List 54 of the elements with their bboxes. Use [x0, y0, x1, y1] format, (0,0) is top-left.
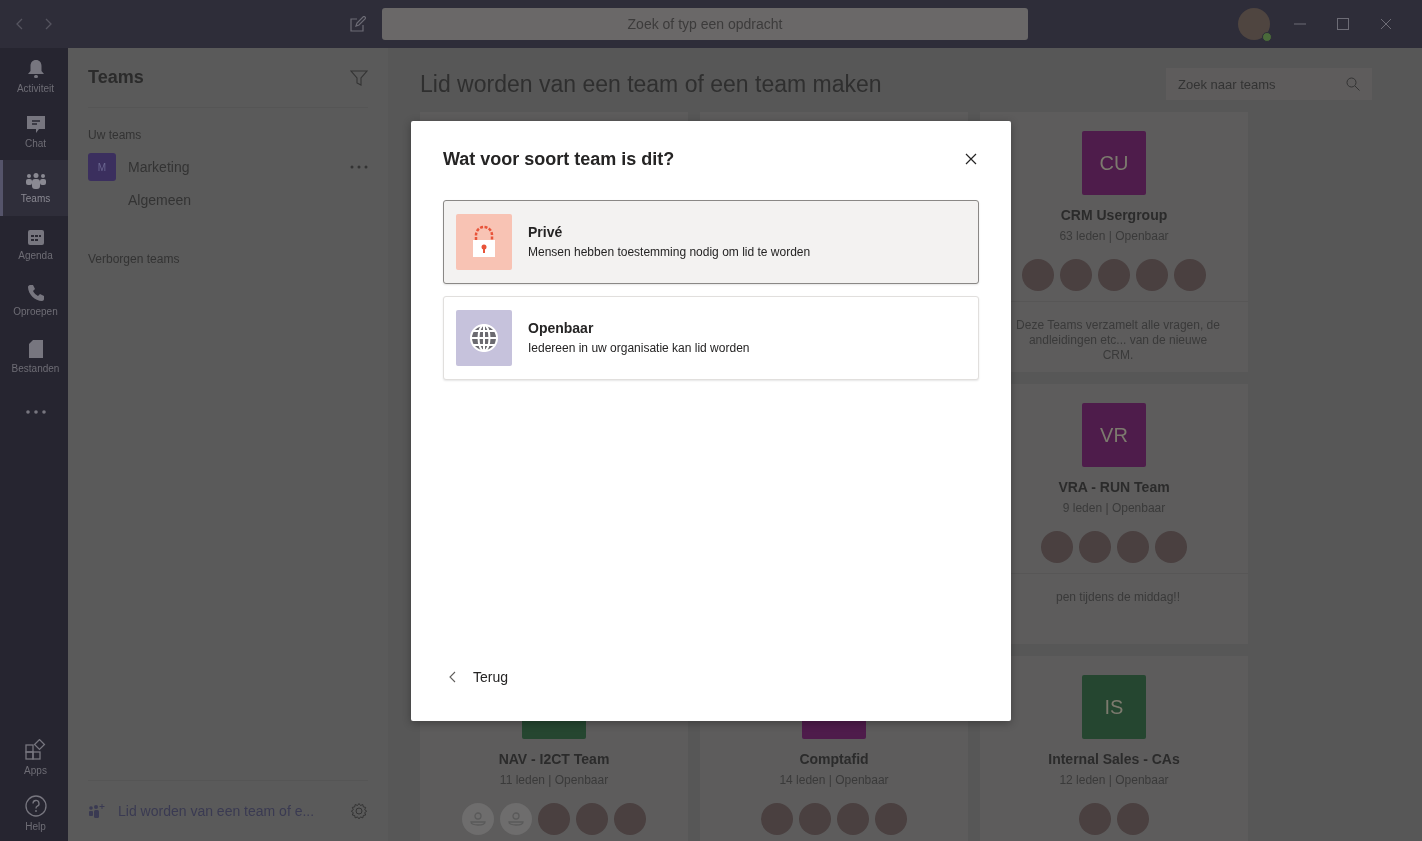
rail-item[interactable]: Bestanden: [0, 328, 68, 384]
settings-icon[interactable]: [350, 802, 368, 820]
compose-icon[interactable]: [350, 16, 366, 32]
avatar-photo: [1098, 259, 1130, 291]
avatar-photo: [837, 803, 869, 835]
more-icon: [25, 410, 46, 414]
team-type-option[interactable]: Openbaar Iedereen in uw organisatie kan lid worden: [443, 295, 979, 380]
team-type-option[interactable]: Privé Mensen hebben toestemming nodig om lid te worden: [443, 199, 979, 284]
status-badge-icon: [1262, 32, 1272, 42]
avatar-photo: [1136, 259, 1168, 291]
team-tile: CU: [1082, 131, 1146, 195]
avatar-photo: [1079, 531, 1111, 563]
search-icon[interactable]: [1346, 77, 1360, 91]
rail-item[interactable]: Oproepen: [0, 272, 68, 328]
chat-icon: [25, 115, 46, 134]
filter-icon[interactable]: [350, 68, 368, 87]
bell-icon: [26, 58, 45, 79]
avatar-photo: [799, 803, 831, 835]
avatar-photo[interactable]: [1238, 8, 1270, 40]
avatar-photo: [1174, 259, 1206, 291]
help-icon: [24, 794, 47, 817]
globe-icon: [456, 309, 512, 366]
rail-item[interactable]: Chat: [0, 104, 68, 160]
phone-icon: [26, 283, 45, 302]
calendar-icon: [26, 227, 45, 246]
avatar-photo: [538, 803, 570, 835]
avatar-photo: [1117, 803, 1149, 835]
apps-icon: [24, 738, 47, 761]
dialog-title: Wat voor soort team is dit?: [443, 148, 675, 170]
rail-item[interactable]: Apps: [0, 729, 68, 785]
avatar-photo: [1060, 259, 1092, 291]
lock-icon: [456, 213, 512, 270]
more-icon[interactable]: [350, 165, 368, 169]
avatar-photo: [576, 803, 608, 835]
team-tile: IS: [1082, 675, 1146, 739]
people-icon: [24, 172, 47, 189]
add-team-icon: [88, 803, 106, 819]
avatar-photo: [875, 803, 907, 835]
avatar-photo: [1022, 259, 1054, 291]
avatar-photo: [761, 803, 793, 835]
rail-item[interactable]: Teams: [0, 160, 68, 216]
rail-item[interactable]: Help: [0, 785, 68, 841]
back-button[interactable]: Terug: [443, 664, 515, 689]
avatar-photo: [614, 803, 646, 835]
avatar-photo: [1041, 531, 1073, 563]
rail-item[interactable]: Activiteit: [0, 48, 68, 104]
chevron-left-icon: [449, 670, 457, 683]
avatar-photo: [1155, 531, 1187, 563]
rail-item[interactable]: Agenda: [0, 216, 68, 272]
team-tile: VR: [1082, 403, 1146, 467]
file-icon: [27, 338, 44, 359]
avatar-photo: [1079, 803, 1111, 835]
close-button[interactable]: [963, 151, 979, 167]
avatar-photo: [1117, 531, 1149, 563]
